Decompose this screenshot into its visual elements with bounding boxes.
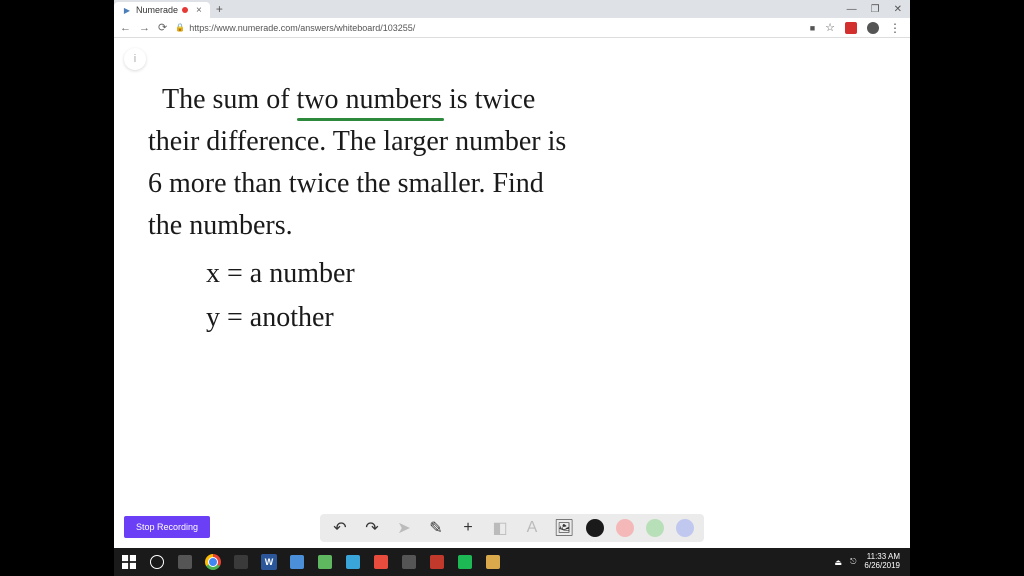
url-field[interactable]: 🔒 https://www.numerade.com/answers/white… [175,23,801,33]
eraser-tool[interactable]: ◧ [490,518,510,538]
add-tool[interactable]: + [458,518,478,538]
tab-bar: ▶ Numerade × + — ❐ ✕ [114,0,910,18]
system-tray: ⏏ ⎋ 11:33 AM 6/26/2019 [835,553,906,571]
handwriting-line-5: x = a number [206,256,355,292]
extension-icon[interactable] [845,22,857,34]
taskbar-app-1[interactable] [174,551,196,573]
taskbar-app-2[interactable] [230,551,252,573]
maximize-button[interactable]: ❐ [871,4,880,15]
clock[interactable]: 11:33 AM 6/26/2019 [864,553,900,571]
word-taskbar-icon[interactable]: W [258,551,280,573]
windows-taskbar: W ⏏ ⎋ 11:33 AM 6/26/2019 [114,548,910,576]
handwriting-line-6: y = another [206,300,334,336]
tray-icon-1[interactable]: ⏏ [835,558,843,567]
profile-avatar-icon[interactable] [867,22,879,34]
video-icon[interactable]: ■ [810,23,815,33]
browser-window: ▶ Numerade × + — ❐ ✕ ← → ⟳ 🔒 https://www… [114,0,910,548]
redo-button[interactable]: ↷ [362,518,382,538]
taskbar-app-6[interactable] [370,551,392,573]
taskbar-app-8[interactable] [426,551,448,573]
handwriting-line-2: their difference. The larger number is [148,124,566,160]
tray-icon-2[interactable]: ⎋ [850,557,856,567]
image-tool[interactable]: 🖼 [554,518,574,538]
pointer-tool[interactable]: ➤ [394,518,414,538]
window-controls: — ❐ ✕ [847,4,910,15]
help-button[interactable]: i [124,48,146,70]
back-button[interactable]: ← [120,22,131,34]
color-red[interactable] [616,519,634,537]
chrome-taskbar-icon[interactable] [202,551,224,573]
whiteboard-canvas[interactable]: i The sum of two numbers is twice their … [114,38,910,548]
close-window-button[interactable]: ✕ [894,4,902,15]
pen-tool[interactable]: ✎ [426,518,446,538]
taskbar-app-4[interactable] [314,551,336,573]
taskbar-app-10[interactable] [482,551,504,573]
undo-button[interactable]: ↶ [330,518,350,538]
start-button[interactable] [118,551,140,573]
forward-button[interactable]: → [139,22,150,34]
taskbar-app-3[interactable] [286,551,308,573]
tab-close-button[interactable]: × [196,5,202,16]
minimize-button[interactable]: — [847,4,857,15]
bookmark-star-icon[interactable]: ☆ [825,21,835,34]
browser-tab[interactable]: ▶ Numerade × [114,2,210,18]
date-text: 6/26/2019 [864,562,900,571]
stop-recording-button[interactable]: Stop Recording [124,516,210,538]
handwriting-line-1: The sum of two numbers is twice [162,82,535,118]
color-blue[interactable] [676,519,694,537]
taskbar-app-7[interactable] [398,551,420,573]
browser-menu-button[interactable]: ⋮ [889,21,900,35]
handwriting-line-3: 6 more than twice the smaller. Find [148,166,544,202]
taskbar-app-5[interactable] [342,551,364,573]
color-green[interactable] [646,519,664,537]
color-black[interactable] [586,519,604,537]
tab-favicon-icon: ▶ [122,5,132,15]
text-tool[interactable]: A [522,518,542,538]
cortana-icon[interactable] [146,551,168,573]
address-bar: ← → ⟳ 🔒 https://www.numerade.com/answers… [114,18,910,38]
url-text: https://www.numerade.com/answers/whitebo… [189,23,415,33]
recording-indicator-icon [182,7,188,13]
underlined-phrase: two numbers [297,82,442,118]
whiteboard-toolbar: ↶ ↷ ➤ ✎ + ◧ A 🖼 [320,514,704,542]
reload-button[interactable]: ⟳ [158,21,167,34]
new-tab-button[interactable]: + [210,2,229,16]
tab-title: Numerade [136,5,178,15]
address-bar-right: ■ ☆ ⋮ [810,21,904,35]
handwriting-line-4: the numbers. [148,208,293,244]
lock-icon: 🔒 [175,23,185,32]
taskbar-app-9[interactable] [454,551,476,573]
